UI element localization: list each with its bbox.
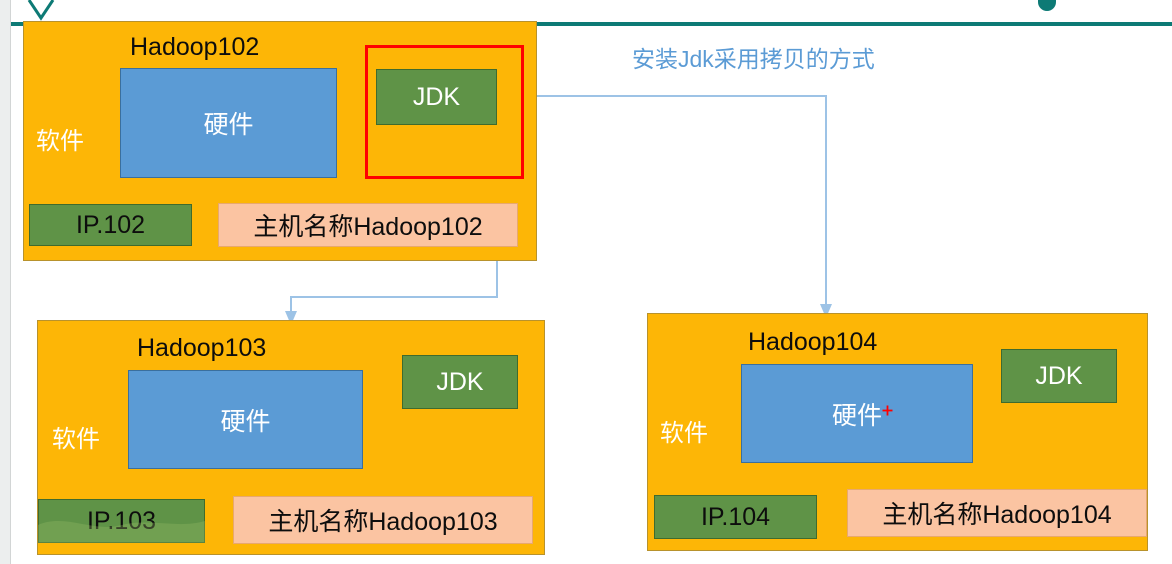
host-title-hadoop102: Hadoop102: [130, 33, 260, 61]
connector-jdk-to-hadoop104: [497, 95, 832, 318]
software-label-hadoop103: 软件: [52, 426, 100, 453]
hostname-label-hadoop103: 主机名称Hadoop103: [268, 508, 498, 536]
ip-label-hadoop102: IP.102: [75, 210, 146, 239]
hostname-box-hadoop102[interactable]: 主机名称Hadoop102: [218, 203, 518, 247]
host-title-hadoop104: Hadoop104: [748, 328, 878, 356]
host-title-hadoop103: Hadoop103: [137, 334, 267, 362]
hardware-label-hadoop102: 硬件: [203, 111, 254, 139]
jdk-label-hadoop103: JDK: [436, 367, 484, 396]
hardware-box-hadoop104[interactable]: 硬件: [741, 364, 973, 463]
annotation-install-jdk-by-copy: 安装Jdk采用拷贝的方式: [632, 46, 875, 72]
hardware-box-hadoop103[interactable]: 硬件: [128, 370, 363, 469]
page-gutter-strip: [0, 0, 11, 564]
jdk-box-hadoop103[interactable]: JDK: [402, 355, 518, 409]
jdk-label-hadoop104: JDK: [1035, 361, 1083, 390]
ip-label-hadoop104: IP.104: [700, 502, 771, 531]
diagram-canvas: 安装Jdk采用拷贝的方式 Hadoop102 软件 硬件 JDK IP.102 …: [0, 0, 1172, 564]
hostname-label-hadoop102: 主机名称Hadoop102: [253, 213, 483, 241]
host-card-hadoop103[interactable]: Hadoop103 软件 硬件 JDK IP.103 主机名称Hadoop103: [37, 320, 545, 555]
ip-box-hadoop103[interactable]: IP.103: [38, 499, 205, 543]
teal-dot-marker[interactable]: [1038, 0, 1056, 11]
hardware-box-hadoop102[interactable]: 硬件: [120, 68, 337, 178]
cursor-plus-mark: [882, 405, 893, 416]
ip-box-hadoop102[interactable]: IP.102: [29, 204, 192, 246]
hostname-box-hadoop104[interactable]: 主机名称Hadoop104: [847, 489, 1147, 537]
host-card-hadoop104[interactable]: Hadoop104 软件 硬件 JDK IP.104 主机名称Hadoop104: [647, 313, 1148, 551]
ip-label-hadoop103: IP.103: [86, 506, 157, 535]
hostname-box-hadoop103[interactable]: 主机名称Hadoop103: [233, 496, 533, 544]
ip-box-hadoop104[interactable]: IP.104: [654, 495, 817, 539]
chevron-down-icon[interactable]: [27, 0, 55, 22]
software-label-hadoop104: 软件: [660, 420, 708, 447]
hardware-label-hadoop104: 硬件: [831, 401, 882, 430]
hardware-label-hadoop103: 硬件: [220, 407, 271, 436]
jdk-box-hadoop104[interactable]: JDK: [1001, 349, 1117, 403]
hostname-label-hadoop104: 主机名称Hadoop104: [882, 501, 1112, 529]
red-highlight-rectangle[interactable]: [365, 45, 524, 179]
software-label-hadoop102: 软件: [36, 128, 84, 155]
